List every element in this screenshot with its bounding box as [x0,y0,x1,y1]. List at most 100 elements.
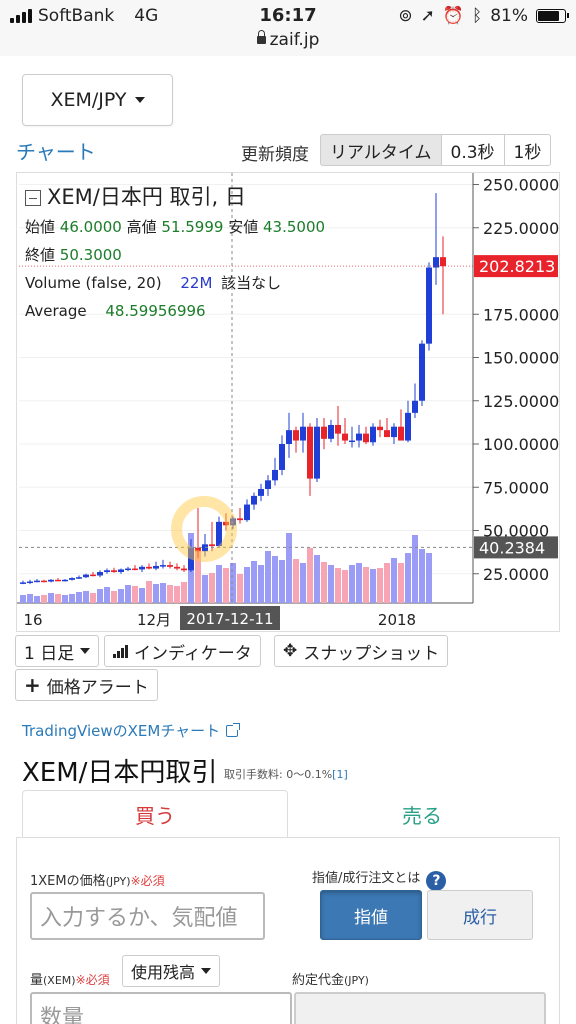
snapshot-button[interactable]: ✥ スナップショット [274,635,449,667]
collapse-icon[interactable] [25,189,41,206]
volume-bar [62,595,68,603]
orientation-lock-icon: ⊚ [398,6,413,26]
candle-body [377,426,383,431]
volume-bar [237,574,243,603]
total-unit: (JPY) [344,974,369,987]
address-bar[interactable]: zaif.jp [0,30,576,50]
frequency-0-3s-button[interactable]: 0.3秒 [440,134,505,166]
amount-unit: (XEM) [43,974,76,987]
candle-body [440,257,446,267]
candle-body [76,577,82,579]
chart-legend: XEM/日本円 取引, 日 始値 46.0000 高値 51.5999 安値 4… [25,187,325,332]
candle-body [62,579,68,582]
volume-bar [132,586,138,603]
volume-bar [328,565,334,603]
candle-body [279,444,285,470]
tradingview-link[interactable]: TradingViewのXEMチャート [22,720,241,741]
candle-body [265,480,271,489]
candle-body [41,580,47,583]
price-label: 202.8213 [479,257,555,276]
legend-ohl-row: 始値 46.0000 高値 51.5999 安値 43.5000 [25,220,325,235]
market-order-button[interactable]: 成行 [427,890,533,940]
status-bar: SoftBank 4G 16:17 ⊚ ➚ ⏰ ᛒ 81% zaif.jp [0,0,576,56]
fee-ref-link[interactable]: [1] [332,768,348,781]
legend-title-row: XEM/日本円 取引, 日 [25,187,325,208]
high-value: 51.5999 [161,218,224,236]
volume-bar [356,563,362,603]
indicators-button[interactable]: インディケータ [104,635,261,667]
y-tick-label: 250.0000 [483,176,559,195]
caret-down-icon [134,97,145,103]
volume-bar [202,575,208,603]
candle-body [398,426,404,441]
cursor-label: 40.2384 [479,538,545,557]
candle-body [300,426,306,441]
candle-body [118,569,124,573]
candle-body [104,570,110,573]
volume-bar [55,594,61,603]
candle-body [97,572,103,576]
balance-select-value: 使用残高 [131,963,196,982]
interval-select[interactable]: 1 日足 [15,635,100,667]
balance-select[interactable]: 使用残高 [122,955,221,987]
candle-body [342,433,348,441]
required-mark: ※必須 [130,874,165,888]
candle-body [307,426,313,479]
tab-sell[interactable]: 売る [288,790,556,838]
candle-body [48,579,54,582]
candle-body [69,578,75,580]
price-chart[interactable]: 250.0000 225.0000 175.0000 150.0000 125.0000… [16,172,560,632]
candle-body [412,400,418,413]
battery-percent: 81% [490,6,528,26]
caret-down-icon [80,648,91,654]
candle-body [237,518,243,521]
price-input[interactable]: 入力するか、気配値 [30,892,265,940]
price-alert-button[interactable]: + 価格アラート [15,669,158,701]
frequency-realtime-button[interactable]: リアルタイム [320,134,442,166]
y-tick-label: 175.0000 [483,305,559,324]
price-label-text: 1XEMの価格 [30,874,106,889]
low-value: 43.5000 [263,218,326,236]
close-value: 50.3000 [59,246,122,264]
volume-bar [412,535,418,603]
volume-bar [69,594,75,603]
limit-order-button[interactable]: 指値 [320,890,422,940]
volume-bar [342,570,348,603]
battery-icon [536,9,569,23]
chart-link[interactable]: チャート [16,136,96,165]
candle-body [27,581,33,584]
volume-bar [216,565,222,603]
volume-bar [125,585,131,603]
status-icons: ⊚ ➚ ⏰ ᛒ 81% [398,6,569,26]
candle-body [251,495,257,505]
volume-bar [90,593,96,603]
candle-body [125,568,131,571]
pair-select-value: XEM/JPY [50,89,127,111]
volume-bar [335,568,341,603]
tab-buy[interactable]: 買う [22,790,288,838]
y-tick-label: 25.0000 [483,565,549,584]
volume-bar [160,583,166,603]
volume-bar [146,581,152,603]
indicators-label: インディケータ [134,643,252,664]
location-icon: ➚ [420,6,435,26]
volume-bar [244,567,250,603]
volume-bar [104,587,110,603]
pair-select[interactable]: XEM/JPY [22,74,173,126]
fee-info: 取引手数料: 0～0.1%[1] [224,766,348,782]
volume-bar [139,588,145,603]
candle-body [384,430,390,438]
bluetooth-icon: ᛒ [472,6,483,26]
amount-input[interactable]: 数量 [30,992,292,1024]
volume-bar [293,559,299,603]
volume-bar [426,553,432,603]
bar-chart-icon [113,644,128,658]
candle-body [426,267,432,344]
help-icon[interactable]: ? [426,871,447,891]
candle-body [34,580,40,583]
plus-icon: + [24,673,41,697]
frequency-1s-button[interactable]: 1秒 [503,134,552,166]
volume-bar [419,549,425,603]
volume-bar [97,589,103,603]
volume-bar [27,594,33,603]
